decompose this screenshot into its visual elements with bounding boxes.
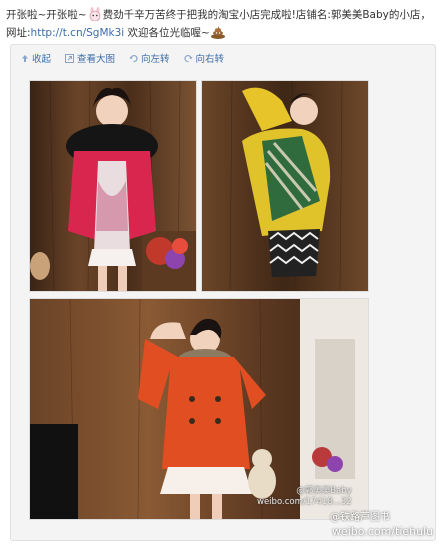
photo-red-coat[interactable]	[29, 80, 197, 292]
photo-watermark-url: weibo.com/17418...32	[257, 497, 352, 507]
rotate-left-icon	[129, 54, 138, 62]
photo-watermark: @郭美美Baby weibo.com/17418...32	[257, 486, 352, 508]
view-large-label: 查看大图	[77, 54, 116, 65]
site-watermark-tag: @铁路芦图书	[330, 512, 390, 523]
media-box: 收起 查看大图 向左转 向右转 @郭美美Baby weibo.com/17418…	[10, 44, 436, 541]
media-toolbar: 收起 查看大图 向左转 向右转	[21, 49, 238, 67]
post-text: 开张啦~开张啦~ 费劲千辛万苦终于把我的淘宝小店完成啦!店铺名:郭美美Baby的小…	[6, 6, 436, 42]
poop-emoticon-icon	[210, 25, 226, 39]
rotate-right-button[interactable]: 向右转	[183, 51, 225, 65]
view-large-button[interactable]: 查看大图	[65, 51, 115, 65]
post-text-part-a: 开张啦~开张啦~	[6, 9, 87, 21]
collapse-button[interactable]: 收起	[21, 51, 51, 65]
rotate-left-button[interactable]: 向左转	[129, 51, 170, 65]
shop-link[interactable]: http://t.cn/SgMk3i	[31, 27, 125, 39]
rotate-right-label: 向右转	[195, 54, 225, 65]
photo-watermark-tag: @郭美美Baby	[296, 486, 352, 496]
arrow-up-icon	[22, 54, 28, 62]
post-text-part-c: 欢迎各位光临喔~	[124, 27, 210, 39]
collapse-label: 收起	[32, 54, 52, 65]
rabbit-emoticon-icon	[87, 7, 103, 22]
rotate-left-label: 向左转	[141, 54, 170, 65]
rotate-right-icon	[183, 54, 193, 62]
photo-green-sweater[interactable]	[201, 80, 369, 292]
enlarge-icon	[65, 53, 75, 63]
site-watermark-url: weibo.com/tiehulu	[332, 525, 434, 538]
